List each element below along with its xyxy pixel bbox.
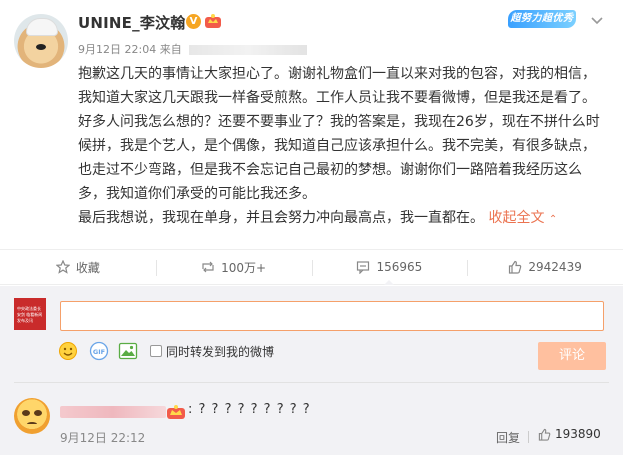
favorite-button[interactable]: 收藏 <box>0 250 156 284</box>
comment-icon <box>357 261 370 274</box>
comment-like-count: 193890 <box>555 427 601 441</box>
comment-panel: 中央政法委长安剑 临看新闻 发布及讯 GIF 同时转发到我的微博 评论 : ? … <box>0 286 623 455</box>
crown-icon <box>167 405 185 419</box>
post-text-last: 最后我想说，我现在单身，并且会努力冲向最高点，我一直都在。 <box>78 210 484 226</box>
comment-input[interactable] <box>60 301 604 331</box>
verified-badge: V <box>186 14 201 29</box>
star-icon <box>55 260 70 274</box>
commenter-name-redacted[interactable] <box>60 406 166 418</box>
comment-text: : ? ? ? ? ? ? ? ? ? <box>188 402 311 417</box>
repost-checkbox-label[interactable]: 同时转发到我的微博 <box>166 343 274 360</box>
username[interactable]: UNINE_李汶翰 <box>78 12 185 33</box>
commenter-avatar-eye <box>22 410 30 416</box>
thumbs-up-icon <box>509 260 522 274</box>
collapse-link[interactable]: 收起全文 ⌃ <box>488 210 557 226</box>
action-bar: 收藏 100万+ 156965 2942439 <box>0 249 623 285</box>
repost-icon <box>202 261 214 273</box>
my-avatar[interactable]: 中央政法委长安剑 临看新闻 发布及讯 <box>14 298 46 330</box>
emoji-icon[interactable] <box>58 341 78 361</box>
reply-button[interactable]: 回复 <box>496 429 520 446</box>
separator <box>528 431 529 443</box>
chevron-up-icon: ⌃ <box>548 214 558 225</box>
post-time[interactable]: 9月12日 22:04 <box>78 43 156 56</box>
commenter-avatar-mouth <box>27 422 37 426</box>
commenter-avatar-eye <box>34 410 42 416</box>
topic-badge[interactable]: 超努力超优秀 <box>508 10 576 28</box>
post-text: 抱歉这几天的事情让大家担心了。谢谢礼物盒们一直以来对我的包容，对我的相信，我知道… <box>78 66 600 202</box>
comment-time: 9月12日 22:12 <box>60 431 146 445</box>
crown-icon[interactable] <box>204 13 222 29</box>
submit-comment-button[interactable]: 评论 <box>538 342 606 370</box>
source-redacted <box>189 45 308 55</box>
svg-text:GIF: GIF <box>93 348 105 356</box>
comment-button[interactable]: 156965 <box>311 250 468 285</box>
like-button[interactable]: 2942439 <box>467 250 623 284</box>
favorite-label: 收藏 <box>75 260 100 275</box>
post-meta: 9月12日 22:04 来自 <box>78 41 308 57</box>
commenter-avatar[interactable] <box>14 398 50 434</box>
comment-count: 156965 <box>376 260 423 274</box>
repost-button[interactable]: 100万+ <box>155 250 312 284</box>
chevron-down-icon[interactable] <box>590 14 604 28</box>
divider <box>14 382 609 383</box>
user-avatar[interactable] <box>14 14 68 68</box>
like-count: 2942439 <box>528 260 582 274</box>
comment-like-button[interactable]: 193890 <box>538 427 601 441</box>
source-prefix: 来自 <box>159 43 182 56</box>
post-content: 抱歉这几天的事情让大家担心了。谢谢礼物盒们一直以来对我的包容，对我的相信，我知道… <box>78 62 608 232</box>
weibo-post: UNINE_李汶翰 V 超努力超优秀 9月12日 22:04 来自 抱歉这几天的… <box>0 0 623 248</box>
image-icon[interactable] <box>118 341 138 361</box>
repost-count: 100万+ <box>221 260 267 275</box>
thumbs-up-icon <box>538 428 551 441</box>
repost-checkbox[interactable] <box>150 345 162 357</box>
gif-icon[interactable]: GIF <box>89 341 109 361</box>
